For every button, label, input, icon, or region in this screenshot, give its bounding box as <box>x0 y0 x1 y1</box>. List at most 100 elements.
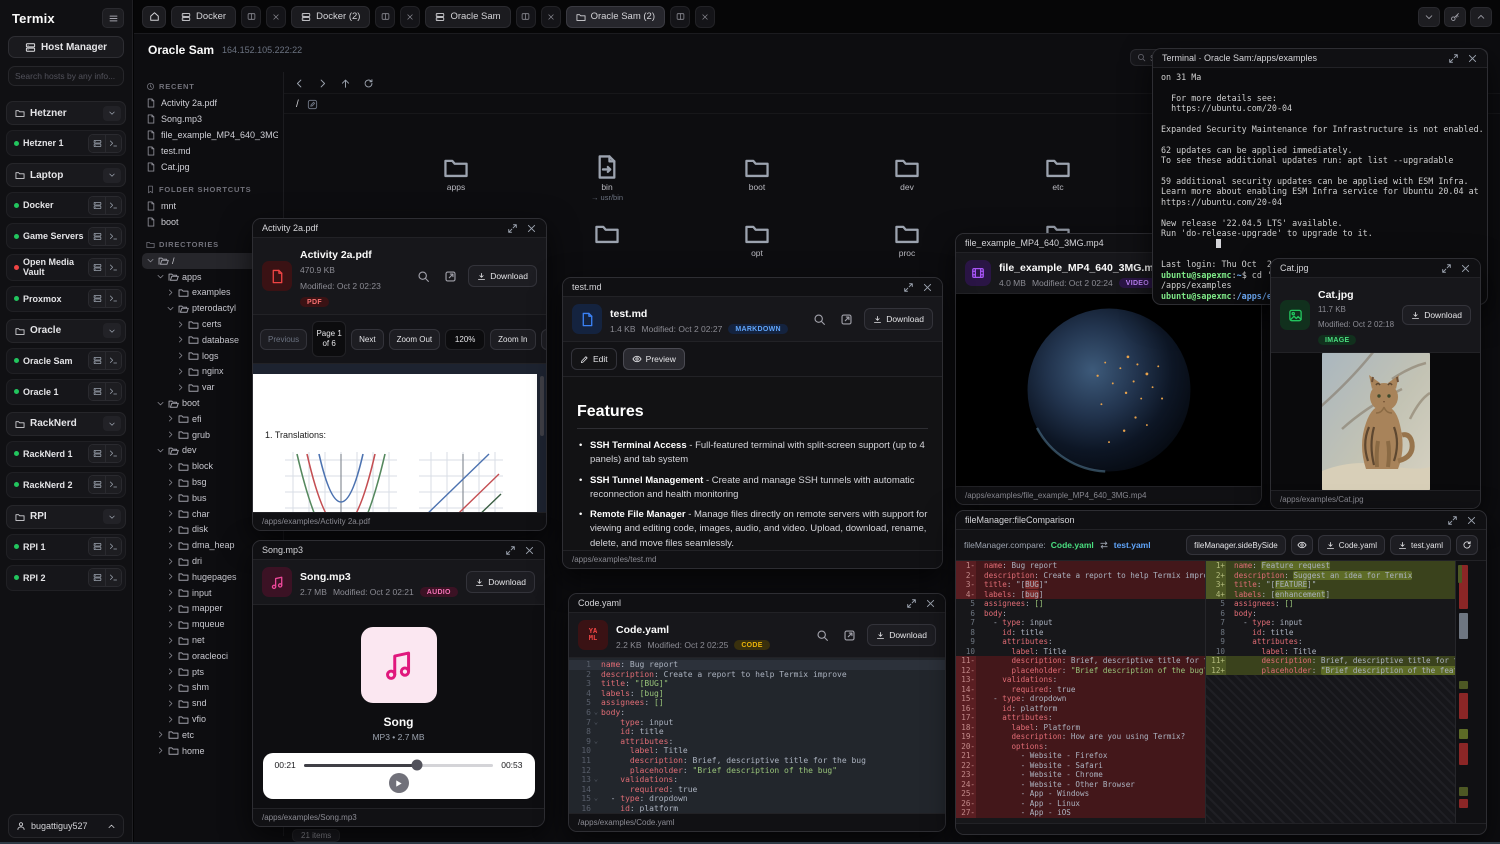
open-external-icon[interactable] <box>843 629 856 642</box>
expand-window-icon[interactable] <box>906 598 917 609</box>
close-tab-button[interactable] <box>541 6 561 28</box>
host-item-hetzner-1[interactable]: Hetzner 1 <box>6 130 126 156</box>
download-button[interactable]: Download <box>1402 305 1471 325</box>
sidebar-menu-button[interactable] <box>102 8 124 28</box>
fold-icon[interactable]: ⌄ <box>591 794 601 804</box>
host-terminal-button[interactable] <box>105 259 121 276</box>
host-connect-button[interactable] <box>89 476 105 493</box>
close-window-icon[interactable] <box>922 282 933 293</box>
grid-item-opt[interactable]: opt <box>712 220 802 258</box>
group-header-hetzner[interactable]: Hetzner <box>6 101 126 125</box>
host-connect-button[interactable] <box>89 383 105 400</box>
up-icon[interactable] <box>340 78 351 89</box>
search-icon[interactable] <box>813 313 826 326</box>
host-terminal-button[interactable] <box>105 352 121 369</box>
host-connect-button[interactable] <box>89 197 105 214</box>
host-item-racknerd-2[interactable]: RackNerd 2 <box>6 472 126 498</box>
fold-icon[interactable]: ⌄ <box>591 737 601 747</box>
edit-tab[interactable]: Edit <box>571 348 617 370</box>
collapse-group-button[interactable] <box>103 509 121 524</box>
host-manager-button[interactable]: Host Manager <box>8 36 124 58</box>
host-terminal-button[interactable] <box>105 569 121 586</box>
fold-icon[interactable]: ⌄ <box>591 708 601 718</box>
close-tab-button[interactable] <box>400 6 420 28</box>
download-pdf-button[interactable]: Dow <box>541 329 547 350</box>
tab-oracle-sam[interactable]: Oracle Sam <box>425 6 510 28</box>
next-page-button[interactable]: Next <box>351 329 383 350</box>
group-header-racknerd[interactable]: RackNerd <box>6 412 126 436</box>
user-menu[interactable]: bugattiguy527 <box>8 814 124 838</box>
grid-item-apps[interactable]: apps <box>411 154 501 192</box>
preview-tab[interactable]: Preview <box>623 348 685 370</box>
window-titlebar[interactable]: Terminal · Oracle Sam:/apps/examples <box>1153 49 1487 68</box>
grid-item-dev[interactable]: dev <box>862 154 952 192</box>
grid-item[interactable] <box>562 220 652 248</box>
host-connect-button[interactable] <box>89 352 105 369</box>
host-item-proxmox[interactable]: Proxmox <box>6 286 126 312</box>
pdf-scrollbar[interactable] <box>540 376 544 436</box>
window-titlebar[interactable]: Code.yaml <box>569 594 945 613</box>
home-tab-button[interactable] <box>142 6 166 28</box>
admin-key-button[interactable] <box>1444 7 1466 27</box>
download-button[interactable]: Download <box>864 308 933 330</box>
split-tab-button[interactable] <box>241 6 261 28</box>
host-connect-button[interactable] <box>89 538 105 555</box>
tab-docker-2-[interactable]: Docker (2) <box>291 6 370 28</box>
host-search-input[interactable]: Search hosts by any info... <box>8 66 124 86</box>
recent-item[interactable]: file_example_MP4_640_3MG... <box>142 127 278 143</box>
play-button[interactable] <box>389 773 409 793</box>
seek-thumb[interactable] <box>412 760 423 771</box>
refresh-compare-button[interactable] <box>1456 535 1478 555</box>
host-connect-button[interactable] <box>89 290 105 307</box>
expand-button[interactable] <box>1470 7 1492 27</box>
host-item-rpi-1[interactable]: RPI 1 <box>6 534 126 560</box>
grid-item-bin[interactable]: bin→ usr/bin <box>562 154 652 202</box>
host-connect-button[interactable] <box>89 228 105 245</box>
collapse-button[interactable] <box>1418 7 1440 27</box>
code-editor[interactable]: 1name: Bug report2description: Create a … <box>569 658 945 813</box>
window-titlebar[interactable]: fileManager:fileComparison <box>956 511 1486 530</box>
close-window-icon[interactable] <box>524 545 535 556</box>
grid-item-boot[interactable]: boot <box>712 154 802 192</box>
toggle-view-button[interactable] <box>1291 535 1313 555</box>
collapse-group-button[interactable] <box>103 168 121 183</box>
fold-icon[interactable]: ⌄ <box>591 775 601 785</box>
close-tab-button[interactable] <box>266 6 286 28</box>
diff-pane-right[interactable]: 1+name: Feature request2+description: Su… <box>1206 561 1456 823</box>
close-window-icon[interactable] <box>1460 263 1471 274</box>
diff-minimap[interactable] <box>1456 561 1486 823</box>
host-item-racknerd-1[interactable]: RackNerd 1 <box>6 441 126 467</box>
recent-item[interactable]: Song.mp3 <box>142 111 278 127</box>
close-window-icon[interactable] <box>526 223 537 234</box>
host-connect-button[interactable] <box>89 135 105 152</box>
host-item-docker[interactable]: Docker <box>6 192 126 218</box>
host-item-open-media-vault[interactable]: Open Media Vault <box>6 254 126 281</box>
close-window-icon[interactable] <box>925 598 936 609</box>
group-header-rpi[interactable]: RPI <box>6 505 126 529</box>
swap-icon[interactable] <box>1099 540 1109 550</box>
window-titlebar[interactable]: Cat.jpg <box>1271 259 1480 278</box>
host-terminal-button[interactable] <box>105 197 121 214</box>
zoom-out-button[interactable]: Zoom Out <box>389 329 441 350</box>
breadcrumb-path[interactable]: / <box>296 99 299 110</box>
diff-pane-left[interactable]: 1-name: Bug report2-description: Create … <box>956 561 1206 823</box>
close-window-icon[interactable] <box>1466 515 1477 526</box>
host-item-oracle-sam[interactable]: Oracle Sam <box>6 348 126 374</box>
download-file-a-button[interactable]: Code.yaml <box>1318 535 1385 555</box>
expand-window-icon[interactable] <box>1448 53 1459 64</box>
tab-oracle-sam-2-[interactable]: Oracle Sam (2) <box>566 6 665 28</box>
image-view[interactable] <box>1271 353 1480 490</box>
open-external-icon[interactable] <box>444 270 457 283</box>
recent-item[interactable]: Activity 2a.pdf <box>142 95 278 111</box>
expand-window-icon[interactable] <box>1447 515 1458 526</box>
expand-window-icon[interactable] <box>507 223 518 234</box>
split-tab-button[interactable] <box>375 6 395 28</box>
download-button[interactable]: Download <box>468 265 537 287</box>
open-external-icon[interactable] <box>840 313 853 326</box>
grid-item-etc[interactable]: etc <box>1013 154 1103 192</box>
host-terminal-button[interactable] <box>105 476 121 493</box>
zoom-in-button[interactable]: Zoom In <box>490 329 535 350</box>
collapse-group-button[interactable] <box>103 323 121 338</box>
seek-bar[interactable] <box>304 764 493 767</box>
window-titlebar[interactable]: Activity 2a.pdf <box>253 219 546 238</box>
